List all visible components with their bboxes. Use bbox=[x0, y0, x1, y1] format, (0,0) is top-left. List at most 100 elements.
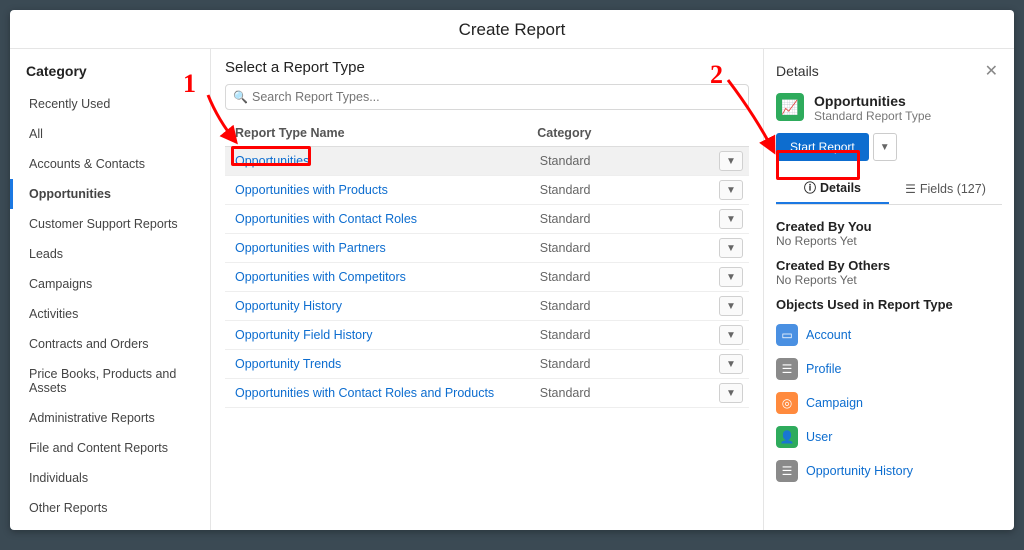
modal-title: Create Report bbox=[10, 10, 1014, 49]
object-label[interactable]: Profile bbox=[806, 362, 841, 376]
create-report-modal: Create Report Category Recently UsedAllA… bbox=[10, 10, 1014, 530]
object-row: 👤 User bbox=[776, 420, 1000, 454]
object-row: ◎ Campaign bbox=[776, 386, 1000, 420]
details-title: Details bbox=[776, 63, 819, 79]
row-action-menu[interactable]: ▼ bbox=[719, 325, 743, 345]
table-row[interactable]: Opportunity Field HistoryStandard▼ bbox=[225, 321, 749, 350]
row-name[interactable]: Opportunities with Contact Roles bbox=[235, 212, 540, 226]
entity-header: 📈 Opportunities Standard Report Type bbox=[776, 93, 1002, 123]
row-action-menu[interactable]: ▼ bbox=[719, 267, 743, 287]
sidebar-heading: Category bbox=[10, 59, 210, 89]
sidebar-item[interactable]: Opportunities bbox=[10, 179, 210, 209]
row-category: Standard bbox=[540, 183, 719, 197]
search-wrap: 🔍 bbox=[225, 84, 749, 110]
tab-fields-label: Fields (127) bbox=[920, 182, 986, 196]
objects-heading: Objects Used in Report Type bbox=[776, 297, 1000, 312]
row-category: Standard bbox=[540, 299, 719, 313]
object-row: ▭ Account bbox=[776, 318, 1000, 352]
created-by-others-heading: Created By Others bbox=[776, 258, 1000, 273]
row-category: Standard bbox=[540, 212, 719, 226]
sidebar-item[interactable]: Leads bbox=[10, 239, 210, 269]
table-row[interactable]: Opportunity HistoryStandard▼ bbox=[225, 292, 749, 321]
object-row: ☰ Profile bbox=[776, 352, 1000, 386]
details-panel: Details ✕ 📈 Opportunities Standard Repor… bbox=[764, 49, 1014, 530]
object-label[interactable]: Opportunity History bbox=[806, 464, 913, 478]
row-action-menu[interactable]: ▼ bbox=[719, 354, 743, 374]
table-row[interactable]: Opportunities with Contact Roles and Pro… bbox=[225, 379, 749, 408]
row-action-menu[interactable]: ▼ bbox=[719, 383, 743, 403]
sidebar-item[interactable]: Other Reports bbox=[10, 493, 210, 523]
col-header-name: Report Type Name bbox=[235, 126, 537, 140]
row-action-menu[interactable]: ▼ bbox=[719, 180, 743, 200]
col-header-category: Category bbox=[537, 126, 715, 140]
list-icon: ☰ bbox=[905, 182, 916, 196]
object-icon: ◎ bbox=[776, 392, 798, 414]
object-label[interactable]: Account bbox=[806, 328, 851, 342]
object-label[interactable]: Campaign bbox=[806, 396, 863, 410]
row-name[interactable]: Opportunities bbox=[235, 154, 540, 168]
entity-subtitle: Standard Report Type bbox=[814, 109, 931, 123]
created-by-you-heading: Created By You bbox=[776, 219, 1000, 234]
table-row[interactable]: Opportunities with ProductsStandard▼ bbox=[225, 176, 749, 205]
object-icon: 👤 bbox=[776, 426, 798, 448]
table-row[interactable]: OpportunitiesStandard▼ bbox=[225, 147, 749, 176]
sidebar-item[interactable]: Contracts and Orders bbox=[10, 329, 210, 359]
row-category: Standard bbox=[540, 270, 719, 284]
row-name[interactable]: Opportunities with Partners bbox=[235, 241, 540, 255]
start-report-button[interactable]: Start Report bbox=[776, 133, 869, 161]
object-icon: ☰ bbox=[776, 460, 798, 482]
start-report-dropdown[interactable]: ▼ bbox=[873, 133, 897, 161]
object-icon: ▭ bbox=[776, 324, 798, 346]
sidebar-item[interactable]: Recently Used bbox=[10, 89, 210, 119]
row-category: Standard bbox=[540, 357, 719, 371]
sidebar-item[interactable]: Individuals bbox=[10, 463, 210, 493]
row-action-menu[interactable]: ▼ bbox=[719, 209, 743, 229]
sidebar-item[interactable]: Accounts & Contacts bbox=[10, 149, 210, 179]
row-name[interactable]: Opportunity Field History bbox=[235, 328, 540, 342]
sidebar-item[interactable]: Administrative Reports bbox=[10, 403, 210, 433]
modal-body: Category Recently UsedAllAccounts & Cont… bbox=[10, 49, 1014, 530]
info-icon: ⓘ bbox=[804, 179, 816, 196]
search-input[interactable] bbox=[225, 84, 749, 110]
sidebar-item[interactable]: Activities bbox=[10, 299, 210, 329]
tab-details[interactable]: ⓘ Details bbox=[776, 173, 889, 204]
category-sidebar: Category Recently UsedAllAccounts & Cont… bbox=[10, 49, 211, 530]
entity-name: Opportunities bbox=[814, 93, 931, 109]
tab-details-label: Details bbox=[820, 181, 861, 195]
sidebar-item[interactable]: Campaigns bbox=[10, 269, 210, 299]
search-icon: 🔍 bbox=[233, 90, 248, 104]
row-action-menu[interactable]: ▼ bbox=[719, 296, 743, 316]
object-row: ☰ Opportunity History bbox=[776, 454, 1000, 488]
opportunity-icon: 📈 bbox=[776, 93, 804, 121]
sidebar-item[interactable]: Hidden Report Types bbox=[10, 523, 210, 530]
tab-fields[interactable]: ☰ Fields (127) bbox=[889, 173, 1002, 204]
object-label[interactable]: User bbox=[806, 430, 832, 444]
sidebar-item[interactable]: Customer Support Reports bbox=[10, 209, 210, 239]
row-name[interactable]: Opportunities with Competitors bbox=[235, 270, 540, 284]
table-header: Report Type Name Category bbox=[225, 120, 749, 147]
row-category: Standard bbox=[540, 386, 719, 400]
row-category: Standard bbox=[540, 241, 719, 255]
row-name[interactable]: Opportunities with Contact Roles and Pro… bbox=[235, 386, 540, 400]
created-by-others-text: No Reports Yet bbox=[776, 273, 1000, 287]
object-icon: ☰ bbox=[776, 358, 798, 380]
action-button-row: Start Report ▼ bbox=[776, 133, 1002, 161]
report-type-panel: Select a Report Type 🔍 Report Type Name … bbox=[211, 49, 764, 530]
row-name[interactable]: Opportunity History bbox=[235, 299, 540, 313]
sidebar-item[interactable]: File and Content Reports bbox=[10, 433, 210, 463]
row-category: Standard bbox=[540, 328, 719, 342]
sidebar-item[interactable]: Price Books, Products and Assets bbox=[10, 359, 210, 403]
table-row[interactable]: Opportunity TrendsStandard▼ bbox=[225, 350, 749, 379]
row-category: Standard bbox=[540, 154, 719, 168]
row-name[interactable]: Opportunity Trends bbox=[235, 357, 540, 371]
close-details-button[interactable]: ✕ bbox=[981, 59, 1002, 83]
table-row[interactable]: Opportunities with Contact RolesStandard… bbox=[225, 205, 749, 234]
table-row[interactable]: Opportunities with CompetitorsStandard▼ bbox=[225, 263, 749, 292]
sidebar-item[interactable]: All bbox=[10, 119, 210, 149]
table-row[interactable]: Opportunities with PartnersStandard▼ bbox=[225, 234, 749, 263]
row-action-menu[interactable]: ▼ bbox=[719, 238, 743, 258]
main-title: Select a Report Type bbox=[225, 59, 749, 76]
row-name[interactable]: Opportunities with Products bbox=[235, 183, 540, 197]
details-scroll[interactable]: Created By You No Reports Yet Created By… bbox=[776, 215, 1002, 530]
row-action-menu[interactable]: ▼ bbox=[719, 151, 743, 171]
